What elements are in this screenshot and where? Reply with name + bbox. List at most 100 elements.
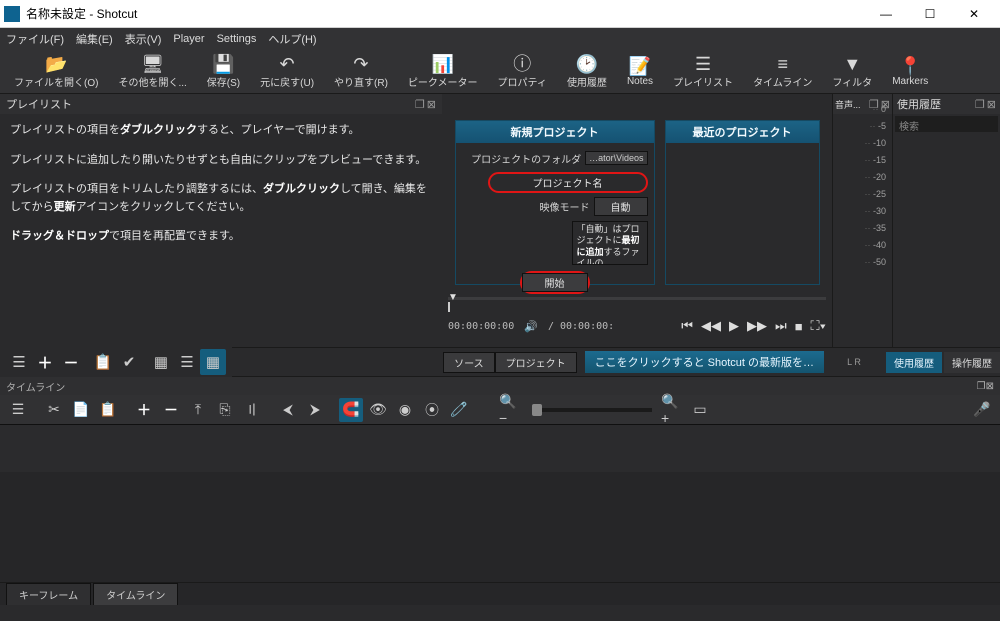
ripple-markers-icon[interactable]: 🧷: [447, 398, 471, 422]
remove-button[interactable]: －: [58, 349, 84, 375]
menu-file[interactable]: ファイル(F): [6, 31, 64, 47]
menu-player[interactable]: Player: [173, 33, 204, 45]
zoom-fit-icon[interactable]: ⛶▾: [811, 318, 826, 334]
details-view-icon[interactable]: ▦: [148, 349, 174, 375]
tab-project[interactable]: プロジェクト: [495, 352, 577, 373]
start-button-highlight: 開始: [520, 271, 590, 294]
recent-projects-box: 最近のプロジェクト: [665, 120, 820, 285]
notes-icon: 📝: [629, 57, 651, 75]
menu-edit[interactable]: 編集(E): [76, 31, 113, 47]
ripple-icon[interactable]: ◉: [393, 398, 417, 422]
add-button[interactable]: ＋: [32, 349, 58, 375]
project-folder-dropdown[interactable]: …ator\Videos: [585, 151, 647, 165]
scrub-track[interactable]: ▼: [448, 297, 826, 300]
record-audio-icon[interactable]: 🎤: [970, 398, 994, 422]
close-icon[interactable]: ⊠: [986, 381, 994, 392]
video-mode-description: 「自動」はプロジェクトに最初に追加するファイルの: [572, 221, 648, 265]
peak-meter-button[interactable]: 📊ピークメーター: [400, 53, 486, 91]
menu-settings[interactable]: Settings: [217, 33, 257, 45]
timecode-current[interactable]: 00:00:00:00: [448, 321, 514, 332]
cut-icon[interactable]: ✂: [42, 398, 66, 422]
restore-icon[interactable]: ❐: [975, 98, 985, 111]
menu-help[interactable]: ヘルプ(H): [268, 31, 316, 47]
markers-button[interactable]: 📍Markers: [884, 55, 936, 89]
rewind-button[interactable]: ◀◀: [701, 318, 721, 334]
new-project-box: 新規プロジェクト プロジェクトのフォルダ …ator\Videos プロジェクト…: [455, 120, 655, 285]
fast-forward-button[interactable]: ▶▶: [747, 318, 767, 334]
snap-icon[interactable]: 🧲: [339, 398, 363, 422]
close-icon[interactable]: ⊠: [427, 98, 436, 111]
start-button[interactable]: 開始: [522, 273, 588, 292]
history-tab-active[interactable]: 使用履歴: [886, 352, 942, 373]
skip-next-button[interactable]: ⏭: [775, 318, 787, 334]
undo-icon: ↶: [280, 55, 295, 73]
project-name-input[interactable]: プロジェクト名: [488, 172, 648, 193]
minimize-button[interactable]: —: [864, 0, 908, 28]
check-icon[interactable]: ✔: [116, 349, 142, 375]
history-button[interactable]: 🕑使用履歴: [559, 53, 615, 91]
timeline-remove-button[interactable]: －: [159, 398, 183, 422]
recent-projects-title: 最近のプロジェクト: [666, 121, 819, 143]
timeline-button[interactable]: ≡タイムライン: [745, 53, 820, 91]
timeline-add-button[interactable]: ＋: [132, 398, 156, 422]
operations-tab[interactable]: 操作履歴: [944, 352, 1000, 373]
play-button[interactable]: ▶: [729, 318, 739, 334]
maximize-button[interactable]: ☐: [908, 0, 952, 28]
playlist-title: プレイリスト: [6, 96, 72, 112]
tab-source[interactable]: ソース: [443, 352, 495, 373]
db-scale: 0 -5 -10 -15 -20 -25 -30 -35 -40 -50: [864, 104, 886, 267]
zoom-slider[interactable]: [532, 408, 652, 412]
overwrite-icon[interactable]: ⎘: [213, 398, 237, 422]
tile-view-icon[interactable]: ▦: [200, 349, 226, 375]
clipboard-icon[interactable]: 📋: [90, 349, 116, 375]
recent-projects-list[interactable]: [666, 143, 819, 155]
hamburger-icon[interactable]: ☰: [6, 398, 30, 422]
filter-button[interactable]: ▼フィルタ: [824, 53, 880, 91]
marker-next-icon[interactable]: ⮞: [303, 398, 327, 422]
tab-timeline[interactable]: タイムライン: [93, 583, 178, 605]
save-button[interactable]: 💾保存(S): [199, 53, 248, 91]
ripple-all-icon[interactable]: ⦿: [420, 398, 444, 422]
list-view-icon[interactable]: ☰: [174, 349, 200, 375]
copy-icon[interactable]: 📄: [69, 398, 93, 422]
equalizer-icon: 📊: [432, 55, 454, 73]
zoom-out-icon[interactable]: 🔍−: [499, 398, 523, 422]
tab-keyframes[interactable]: キーフレーム: [6, 583, 91, 605]
hamburger-icon[interactable]: ☰: [6, 349, 32, 375]
properties-button[interactable]: ⓘプロパティ: [490, 53, 555, 91]
timeline-tracks[interactable]: [0, 425, 1000, 583]
video-mode-select[interactable]: 自動: [594, 197, 648, 216]
history-search-input[interactable]: 検索: [895, 116, 998, 132]
open-other-button[interactable]: 🖥その他を開く...: [110, 53, 194, 91]
news-banner[interactable]: ここをクリックすると Shotcut の最新版を…: [585, 351, 824, 373]
folder-open-icon: 📂: [45, 55, 67, 73]
lift-icon[interactable]: ⤒: [186, 398, 210, 422]
zoom-fit-icon[interactable]: ▭: [688, 398, 712, 422]
redo-button[interactable]: ↷やり直す(R): [326, 53, 396, 91]
open-file-button[interactable]: 📂ファイルを開く(O): [6, 53, 106, 91]
playlist-panel: プレイリスト ❐⊠ プレイリストの項目をダブルクリックすると、プレイヤーで開けま…: [0, 94, 442, 347]
scrub-audio-icon[interactable]: 👁: [366, 398, 390, 422]
save-icon: 💾: [212, 55, 234, 73]
volume-icon[interactable]: 🔊: [524, 320, 538, 333]
skip-prev-button[interactable]: ⏮: [681, 318, 693, 334]
list-icon: ☰: [695, 55, 711, 73]
undo-button[interactable]: ↶元に戻す(U): [252, 53, 322, 91]
restore-icon[interactable]: ❐: [977, 381, 986, 392]
close-button[interactable]: ✕: [952, 0, 996, 28]
playlist-button[interactable]: ☰プレイリスト: [665, 53, 741, 91]
split-icon[interactable]: 〢: [240, 398, 264, 422]
menubar: ファイル(F) 編集(E) 表示(V) Player Settings ヘルプ(…: [0, 28, 1000, 50]
zoom-in-icon[interactable]: 🔍+: [661, 398, 685, 422]
menu-view[interactable]: 表示(V): [125, 31, 162, 47]
main-toolbar: 📂ファイルを開く(O) 🖥その他を開く... 💾保存(S) ↶元に戻す(U) ↷…: [0, 50, 1000, 94]
notes-button[interactable]: 📝Notes: [619, 55, 661, 89]
redo-icon: ↷: [353, 55, 368, 73]
close-icon[interactable]: ⊠: [987, 98, 996, 111]
app-logo-icon: [4, 6, 20, 22]
marker-prev-icon[interactable]: ⮜: [276, 398, 300, 422]
stop-button[interactable]: ■: [795, 319, 803, 334]
clock-icon: 🕑: [576, 55, 598, 73]
restore-icon[interactable]: ❐: [415, 98, 425, 111]
paste-icon[interactable]: 📋: [96, 398, 120, 422]
